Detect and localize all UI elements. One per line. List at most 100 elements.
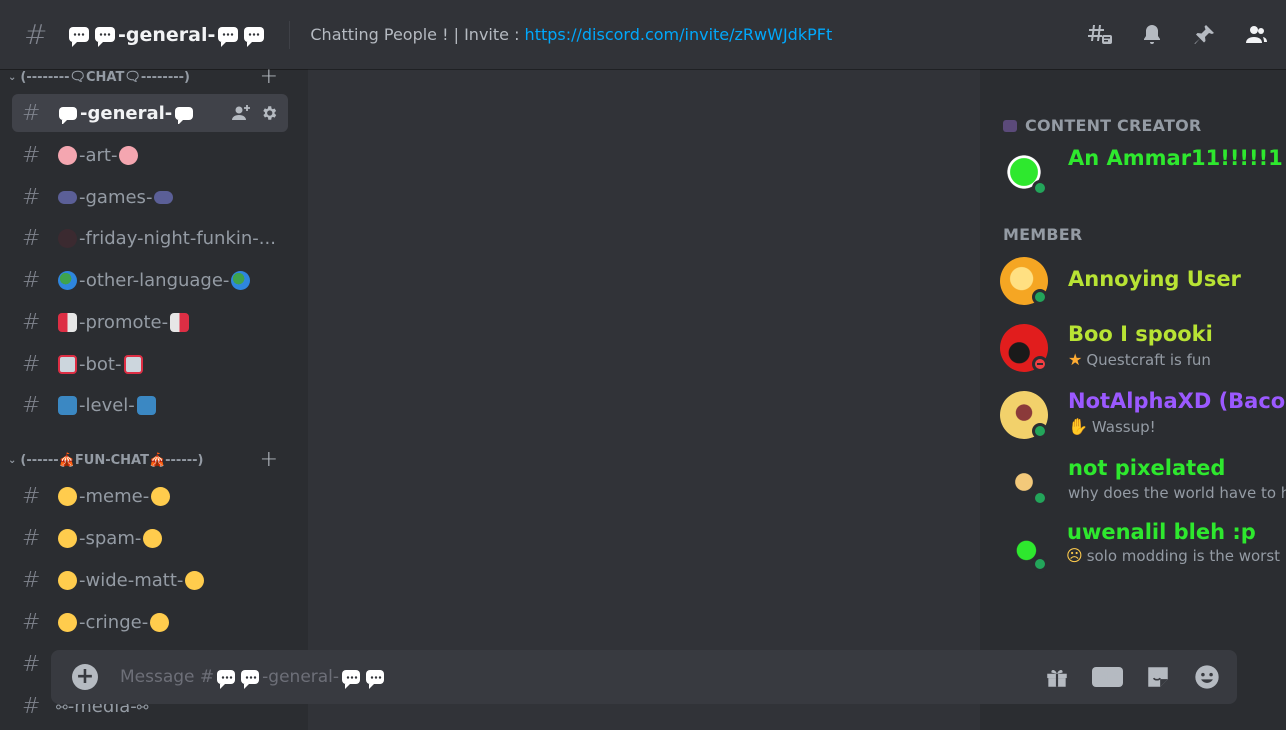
member-item[interactable]: uwenalil bleh :p ☹ solo modding is the wo… bbox=[1000, 520, 1286, 580]
up-triangle-icon bbox=[136, 396, 156, 415]
channel-item-promote[interactable]: # -promote- bbox=[12, 303, 288, 341]
channel-label: -promote- bbox=[56, 312, 191, 333]
add-channel-icon[interactable]: + bbox=[260, 447, 278, 472]
gear-icon[interactable] bbox=[260, 104, 278, 122]
threads-icon[interactable] bbox=[1088, 23, 1112, 47]
sticker-icon[interactable] bbox=[1145, 664, 1171, 690]
channel-label: -art- bbox=[56, 145, 140, 166]
channel-label: -other-language- bbox=[56, 270, 252, 291]
channel-item-art[interactable]: # -art- bbox=[12, 136, 288, 174]
emoji-picker-icon[interactable] bbox=[1193, 663, 1221, 691]
channel-item-friday-night-funkin[interactable]: # -friday-night-funkin-... bbox=[12, 219, 288, 257]
gamepad-icon bbox=[154, 191, 174, 204]
speech-bubble-icon bbox=[69, 27, 89, 47]
member-group-member: MEMBER bbox=[1003, 225, 1083, 244]
category-fun-chat[interactable]: ⌄ (------🎪FUN-CHAT🎪------) + bbox=[8, 447, 290, 472]
speech-bubble-icon bbox=[244, 27, 265, 47]
invite-link[interactable]: https://discord.com/invite/zRwWJdkPFt bbox=[525, 25, 833, 44]
channel-topic: Chatting People ! | Invite : https://dis… bbox=[310, 25, 832, 44]
member-name: NotAlphaXD (BaconX bbox=[1068, 389, 1286, 413]
star-icon: ★ bbox=[1068, 350, 1083, 369]
channel-label: -general- bbox=[56, 103, 196, 124]
megaphone-icon bbox=[58, 313, 77, 332]
speech-bubble-icon bbox=[95, 27, 115, 47]
tongue-emoji-icon bbox=[58, 529, 77, 548]
member-name: Boo I spooki bbox=[1068, 322, 1213, 346]
palette-icon bbox=[58, 146, 77, 165]
channel-item-bot[interactable]: # -bot- bbox=[12, 345, 288, 383]
rofl-emoji-icon bbox=[58, 487, 77, 506]
topic-text: Chatting People ! | Invite : bbox=[310, 25, 525, 44]
megaphone-icon bbox=[170, 313, 190, 332]
channel-label: -cringe- bbox=[56, 612, 171, 633]
crying-emoji-icon: ☹ bbox=[1066, 546, 1083, 565]
hash-icon: # bbox=[22, 609, 41, 635]
hash-icon: # bbox=[22, 392, 41, 418]
message-composer[interactable]: + Message # -general- GIF bbox=[51, 650, 1237, 704]
channel-header: # -general- Chatting People ! | Invite :… bbox=[0, 0, 1286, 69]
members-icon[interactable] bbox=[1244, 23, 1268, 47]
member-item[interactable]: Annoying User bbox=[1000, 257, 1286, 313]
member-item[interactable]: not pixelated why does the world have to… bbox=[1000, 456, 1286, 514]
chevron-down-icon: ⌄ bbox=[8, 455, 17, 466]
category-label: (--------🗨CHAT🗨--------) bbox=[20, 70, 190, 85]
status-indicator bbox=[1032, 180, 1048, 196]
member-name: An Ammar11!!!!!1 bbox=[1068, 146, 1283, 170]
channel-item-other-language[interactable]: # -other-language- bbox=[12, 261, 288, 299]
pin-icon[interactable] bbox=[1192, 23, 1216, 47]
channel-item-meme[interactable]: # -meme- bbox=[12, 477, 288, 515]
hash-icon: # bbox=[22, 100, 41, 126]
channel-title-text: -general- bbox=[118, 23, 216, 46]
channel-label: -spam- bbox=[56, 528, 164, 549]
gift-icon[interactable] bbox=[1044, 664, 1070, 690]
status-indicator bbox=[1032, 289, 1048, 305]
channel-item-cringe[interactable]: # -cringe- bbox=[12, 603, 288, 641]
palette-icon bbox=[119, 146, 139, 165]
channel-label: -wide-matt- bbox=[56, 570, 206, 591]
gif-button[interactable]: GIF bbox=[1092, 667, 1123, 687]
hash-icon: # bbox=[22, 525, 41, 551]
hash-icon: # bbox=[22, 142, 41, 168]
composer-tools: GIF bbox=[1022, 663, 1221, 691]
add-channel-icon[interactable]: + bbox=[260, 69, 278, 89]
channel-item-games[interactable]: # -games- bbox=[12, 178, 288, 216]
channel-item-general[interactable]: # -general- bbox=[12, 94, 288, 132]
speech-bubble-icon bbox=[59, 107, 77, 124]
chevron-down-icon: ⌄ bbox=[8, 72, 17, 83]
creator-role-icon bbox=[1003, 119, 1017, 132]
invite-user-icon[interactable] bbox=[232, 104, 252, 122]
speech-bubble-icon bbox=[217, 670, 236, 689]
robot-icon bbox=[123, 355, 143, 374]
hash-icon: # bbox=[22, 309, 41, 335]
header-toolbar bbox=[1060, 0, 1286, 69]
channel-label: -level- bbox=[56, 395, 158, 416]
channel-sidebar: ⌄ (--------🗨CHAT🗨--------) + # -general-… bbox=[0, 69, 308, 730]
message-input[interactable]: Message # -general- bbox=[120, 667, 387, 689]
member-item[interactable]: NotAlphaXD (BaconX ✋Wassup! bbox=[1000, 389, 1286, 447]
channel-item-spam[interactable]: # -spam- bbox=[12, 519, 288, 557]
message-area bbox=[308, 69, 980, 730]
member-item[interactable]: An Ammar11!!!!!1 bbox=[1000, 146, 1286, 204]
hash-icon: # bbox=[24, 18, 48, 51]
category-label: (------🎪FUN-CHAT🎪------) bbox=[20, 453, 204, 468]
status-indicator bbox=[1032, 556, 1048, 572]
channel-item-level[interactable]: # -level- bbox=[12, 386, 288, 424]
channel-title: -general- bbox=[66, 23, 267, 47]
wide-emoji-icon bbox=[58, 571, 77, 590]
category-chat[interactable]: ⌄ (--------🗨CHAT🗨--------) + bbox=[8, 69, 290, 89]
speech-bubble-icon bbox=[218, 27, 239, 47]
status-indicator bbox=[1032, 490, 1048, 506]
flushed-emoji-icon bbox=[150, 613, 170, 632]
member-status: ★ Questcraft is fun bbox=[1068, 350, 1211, 369]
member-item[interactable]: Boo I spooki ★ Questcraft is fun bbox=[1000, 322, 1286, 380]
upload-plus-icon[interactable]: + bbox=[72, 664, 98, 690]
bell-icon[interactable] bbox=[1140, 23, 1164, 47]
speech-bubble-icon bbox=[175, 107, 194, 124]
robot-icon bbox=[58, 355, 77, 374]
member-status: why does the world have to h bbox=[1068, 484, 1286, 502]
member-name: uwenalil bleh :p bbox=[1067, 520, 1256, 544]
channel-item-wide-matt[interactable]: # -wide-matt- bbox=[12, 561, 288, 599]
placeholder-prefix: Message # bbox=[120, 667, 215, 687]
hash-icon: # bbox=[22, 225, 41, 251]
member-list: CONTENT CREATOR An Ammar11!!!!!1 MEMBER … bbox=[980, 69, 1286, 730]
